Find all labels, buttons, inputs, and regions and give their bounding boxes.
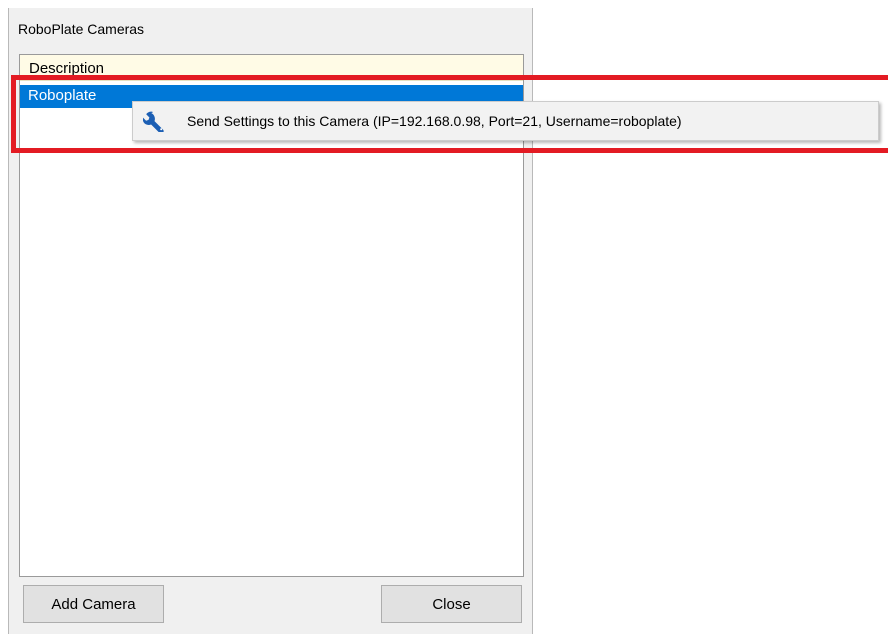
menu-item-send-settings[interactable]: Send Settings to this Camera (IP=192.168… bbox=[133, 102, 878, 140]
add-camera-button[interactable]: Add Camera bbox=[23, 585, 164, 623]
screen: RoboPlate Cameras Description Roboplate … bbox=[0, 0, 888, 634]
list-column-header-label: Description bbox=[29, 60, 105, 77]
window-title: RoboPlate Cameras bbox=[18, 21, 145, 37]
close-button[interactable]: Close bbox=[381, 585, 522, 623]
wrench-icon bbox=[142, 110, 165, 134]
list-item-label: Roboplate bbox=[28, 87, 97, 104]
list-column-header-description[interactable]: Description bbox=[20, 55, 523, 81]
context-menu: Send Settings to this Camera (IP=192.168… bbox=[132, 101, 879, 141]
menu-item-label: Send Settings to this Camera (IP=192.168… bbox=[187, 113, 682, 129]
